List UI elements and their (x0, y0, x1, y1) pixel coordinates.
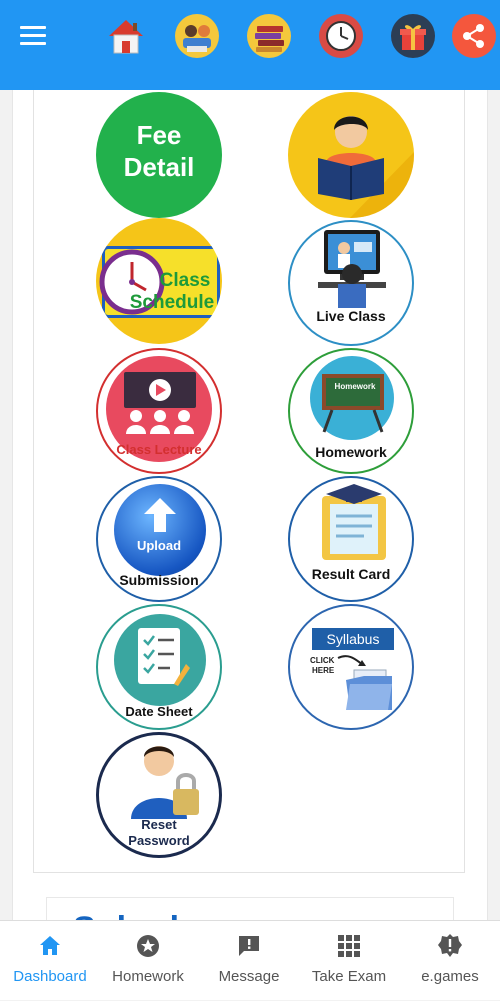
dashboard-grid (33, 90, 465, 873)
class-schedule-line1: Class (159, 270, 211, 291)
reset-password-line2: Password (128, 833, 190, 848)
nav-dashboard[interactable]: Dashboard (0, 921, 100, 1001)
here-text: HERE (312, 666, 335, 675)
class-lecture-tile[interactable]: Class Lecture (96, 348, 222, 474)
class-lecture-label: Class Lecture (116, 442, 202, 457)
home-icon[interactable] (104, 14, 148, 58)
result-card-label: Result Card (311, 566, 391, 582)
reset-password-line1: Reset (141, 817, 177, 832)
top-app-bar (0, 0, 500, 90)
class-schedule-line2: Schedule (129, 292, 215, 313)
nav-take-exam-label: Take Exam (311, 968, 387, 985)
nav-homework[interactable]: Homework (98, 921, 198, 1001)
click-text: CLICK (310, 656, 335, 665)
menu-icon[interactable] (20, 26, 46, 46)
live-class-tile[interactable]: Live Class (288, 220, 414, 346)
nav-message[interactable]: Message (199, 921, 299, 1001)
fee-detail-line2: Detail (123, 152, 195, 182)
class-schedule-tile[interactable]: Class Schedule (96, 218, 222, 344)
fee-detail-line1: Fee (136, 120, 182, 150)
reading-student-tile[interactable] (288, 92, 414, 218)
checklist-icon (138, 628, 190, 686)
home-icon (40, 936, 60, 955)
folder-icon (337, 655, 392, 710)
result-card-tile[interactable]: Result Card (288, 476, 414, 602)
result-card-icon (322, 484, 386, 560)
submission-label: Submission (119, 572, 199, 588)
share-icon[interactable] (452, 14, 496, 58)
nav-take-exam[interactable]: Take Exam (299, 921, 399, 1001)
syllabus-label: Syllabus (326, 631, 380, 647)
nav-homework-label: Homework (112, 968, 184, 985)
live-class-label: Live Class (316, 308, 386, 324)
bottom-navigation: Dashboard Homework Message Take Exam e.g… (0, 920, 500, 1000)
badge-icon (438, 934, 462, 957)
gift-icon[interactable] (391, 14, 435, 58)
books-icon[interactable] (247, 14, 291, 58)
nav-message-label: Message (218, 968, 280, 985)
live-class-icon (318, 230, 386, 308)
message-icon (239, 936, 259, 956)
chalkboard-icon (322, 374, 384, 433)
chalkboard-text: Homework (334, 382, 376, 391)
reading-student-icon (318, 116, 414, 218)
nav-dashboard-label: Dashboard (13, 968, 87, 985)
students-icon[interactable] (175, 14, 219, 58)
homework-label: Homework (315, 444, 387, 460)
grid-icon (338, 935, 360, 957)
lecture-screen-icon (124, 372, 196, 434)
reset-password-tile[interactable]: Reset Password (96, 732, 222, 858)
date-sheet-tile[interactable]: Date Sheet (96, 604, 222, 730)
nav-egames-label: e.games (421, 968, 479, 985)
clock-icon[interactable] (319, 14, 363, 58)
nav-egames[interactable]: e.games (400, 921, 500, 1001)
user-lock-icon (131, 746, 199, 819)
star-icon (137, 935, 159, 957)
homework-tile[interactable]: Homework Homework (288, 348, 414, 474)
date-sheet-label: Date Sheet (125, 704, 193, 719)
upload-arrow-icon (144, 498, 176, 532)
syllabus-tile[interactable]: Syllabus CLICK HERE (288, 604, 414, 730)
submission-tile[interactable]: Upload Submission (96, 476, 222, 602)
fee-detail-tile[interactable]: Fee Detail (96, 92, 222, 218)
upload-badge-text: Upload (136, 538, 182, 553)
